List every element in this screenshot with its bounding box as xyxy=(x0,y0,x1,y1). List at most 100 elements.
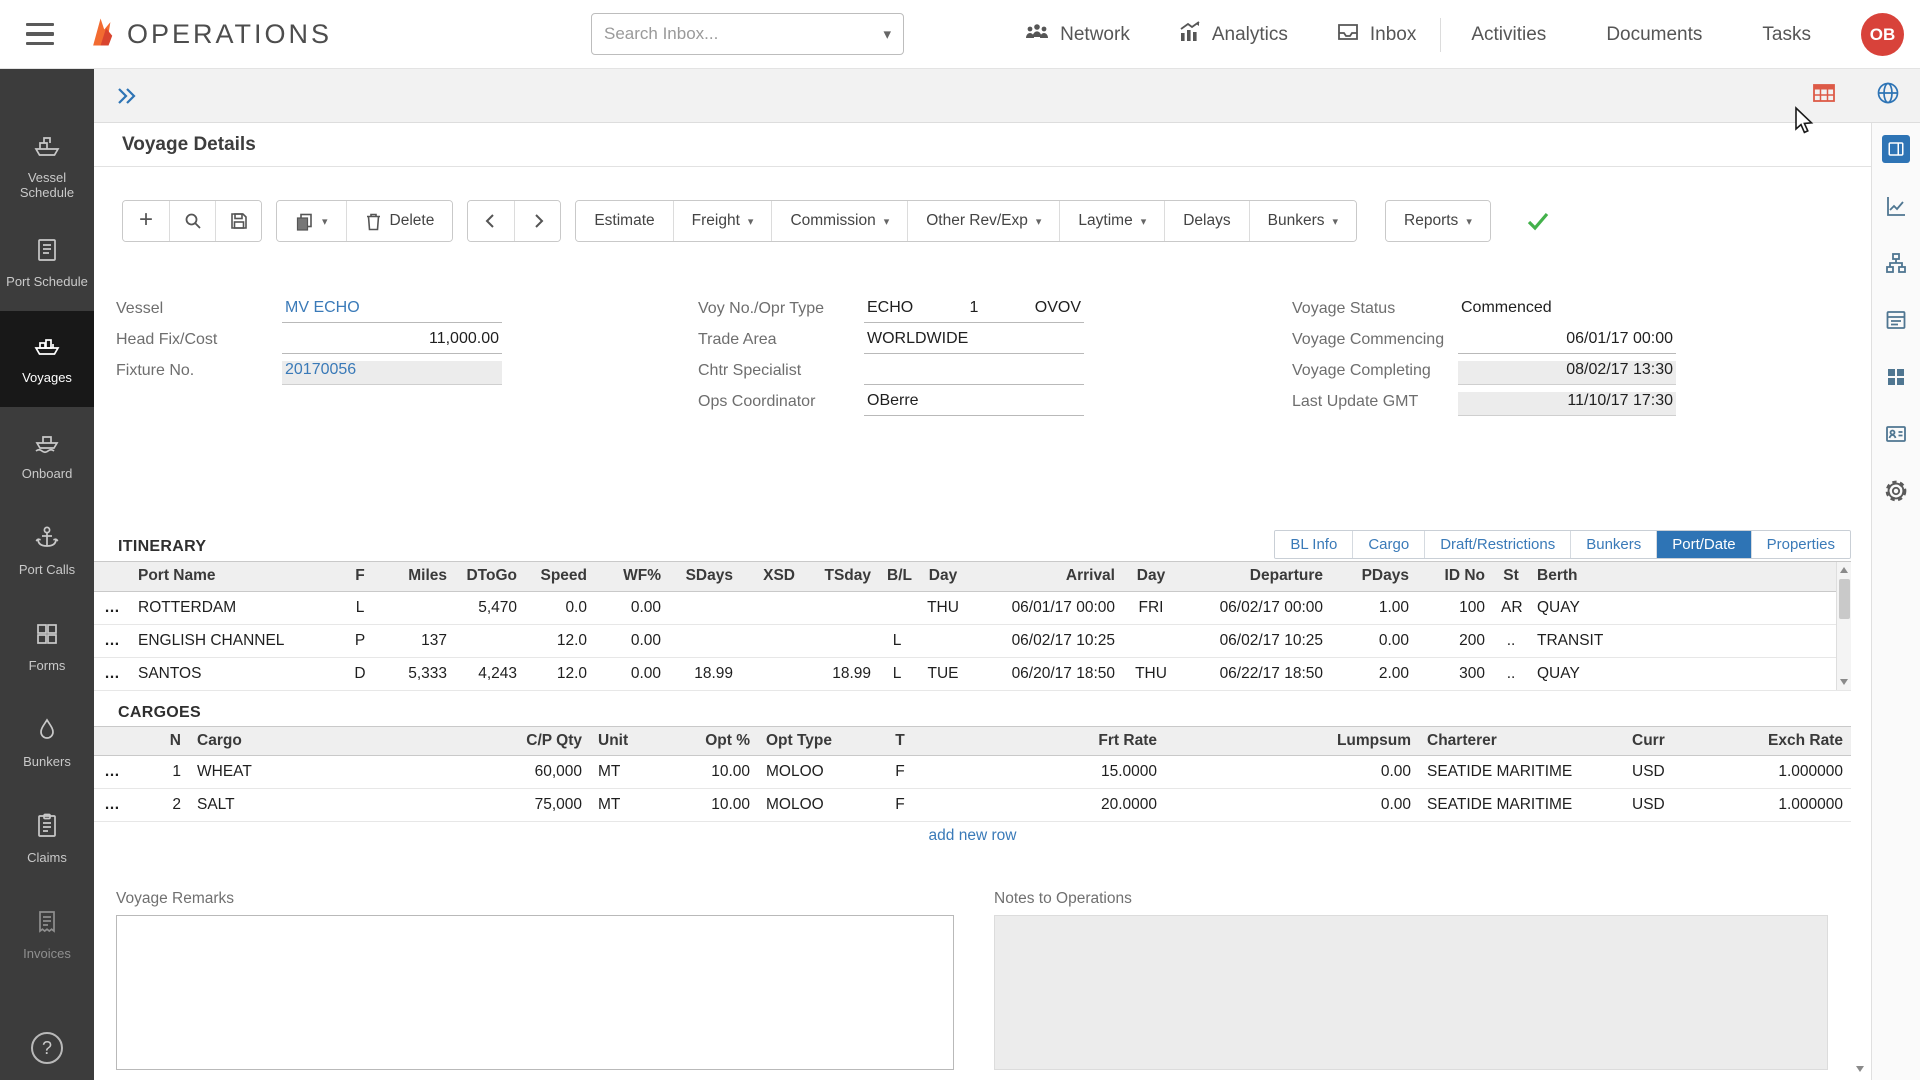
nav-tasks[interactable]: Tasks xyxy=(1732,0,1841,69)
tab-properties[interactable]: Properties xyxy=(1751,531,1850,558)
nav-activities[interactable]: Activities xyxy=(1441,0,1576,69)
other-rev-exp-button[interactable]: Other Rev/Exp▾ xyxy=(907,201,1059,241)
cell-curr[interactable]: USD xyxy=(1624,789,1714,822)
expand-panel-icon[interactable] xyxy=(114,85,138,107)
cell-idno[interactable]: 300 xyxy=(1417,657,1493,690)
cell-wf[interactable]: 0.00 xyxy=(595,624,669,657)
sidebar-item-forms[interactable]: Forms xyxy=(0,599,94,695)
tab-bl-info[interactable]: BL Info xyxy=(1275,531,1352,558)
cell-departure[interactable]: 06/22/17 18:50 xyxy=(1179,657,1331,690)
hamburger-menu-icon[interactable] xyxy=(26,17,60,51)
cell-f[interactable]: P xyxy=(340,624,380,657)
add-new-row-link[interactable]: add new row xyxy=(94,822,1851,850)
cell-qty[interactable]: 60,000 xyxy=(389,756,590,789)
sidebar-item-onboard[interactable]: Onboard xyxy=(0,407,94,503)
sidebar-item-port-schedule[interactable]: Port Schedule xyxy=(0,215,94,311)
scroll-down-icon[interactable] xyxy=(1837,674,1852,690)
tab-cargo[interactable]: Cargo xyxy=(1352,531,1424,558)
main-scroll-down-icon[interactable] xyxy=(1852,1061,1868,1077)
notes-to-operations-textarea[interactable] xyxy=(994,915,1828,1070)
help-icon[interactable]: ? xyxy=(31,1032,63,1064)
cell-st[interactable]: .. xyxy=(1493,624,1529,657)
cell-bl[interactable] xyxy=(879,591,915,624)
cell-cargo[interactable]: WHEAT xyxy=(189,756,389,789)
cell-unit[interactable]: MT xyxy=(590,789,660,822)
save-button[interactable] xyxy=(215,201,261,241)
freight-button[interactable]: Freight▾ xyxy=(673,201,772,241)
panel-layout-icon[interactable] xyxy=(1882,135,1910,163)
cell-t[interactable]: F xyxy=(865,789,935,822)
cell-miles[interactable]: 137 xyxy=(380,624,455,657)
cell-wf[interactable]: 0.00 xyxy=(595,657,669,690)
contact-card-icon[interactable] xyxy=(1882,420,1910,448)
row-menu-icon[interactable]: … xyxy=(94,624,130,657)
cell-miles[interactable] xyxy=(380,591,455,624)
cell-port[interactable]: ROTTERDAM xyxy=(130,591,340,624)
copy-button[interactable]: ▾ xyxy=(277,201,346,241)
cell-st[interactable]: .. xyxy=(1493,657,1529,690)
cell-speed[interactable]: 12.0 xyxy=(525,624,595,657)
cell-day-arr[interactable]: THU xyxy=(915,591,971,624)
cell-tsday[interactable]: 18.99 xyxy=(803,657,879,690)
cell-bl[interactable]: L xyxy=(879,657,915,690)
scroll-thumb[interactable] xyxy=(1839,579,1850,619)
cell-arrival[interactable]: 06/02/17 10:25 xyxy=(971,624,1123,657)
cell-opt-type[interactable]: MOLOO xyxy=(758,756,865,789)
cell-n[interactable]: 2 xyxy=(130,789,189,822)
user-avatar[interactable]: OB xyxy=(1861,13,1904,56)
cell-tsday[interactable] xyxy=(803,624,879,657)
cell-departure[interactable]: 06/02/17 10:25 xyxy=(1179,624,1331,657)
tab-port-date[interactable]: Port/Date xyxy=(1656,531,1750,558)
cell-qty[interactable]: 75,000 xyxy=(389,789,590,822)
cell-f[interactable]: L xyxy=(340,591,380,624)
cell-pdays[interactable]: 1.00 xyxy=(1331,591,1417,624)
previous-record-button[interactable] xyxy=(468,201,514,241)
fixture-no-field[interactable]: 20170056 xyxy=(282,361,502,385)
cell-f[interactable]: D xyxy=(340,657,380,690)
sidebar-item-bunkers[interactable]: Bunkers xyxy=(0,695,94,791)
cell-sdays[interactable] xyxy=(669,624,741,657)
cell-sdays[interactable]: 18.99 xyxy=(669,657,741,690)
row-menu-icon[interactable]: … xyxy=(94,789,130,822)
hierarchy-icon[interactable] xyxy=(1882,249,1910,277)
cell-cargo[interactable]: SALT xyxy=(189,789,389,822)
cell-day-dep[interactable]: FRI xyxy=(1123,591,1179,624)
cell-xsd[interactable] xyxy=(741,591,803,624)
cell-idno[interactable]: 100 xyxy=(1417,591,1493,624)
head-fix-cost-field[interactable]: 11,000.00 xyxy=(282,330,502,354)
cell-charterer[interactable]: SEATIDE MARITIME xyxy=(1419,756,1624,789)
cell-exch[interactable]: 1.000000 xyxy=(1714,756,1851,789)
cell-opt-type[interactable]: MOLOO xyxy=(758,789,865,822)
cell-speed[interactable]: 12.0 xyxy=(525,657,595,690)
settings-gear-icon[interactable] xyxy=(1882,477,1910,505)
cell-miles[interactable]: 5,333 xyxy=(380,657,455,690)
next-record-button[interactable] xyxy=(514,201,560,241)
cell-day-dep[interactable] xyxy=(1123,624,1179,657)
bunkers-button[interactable]: Bunkers▾ xyxy=(1249,201,1356,241)
vessel-field[interactable]: MV ECHO xyxy=(282,299,502,323)
tab-bunkers[interactable]: Bunkers xyxy=(1570,531,1656,558)
search-record-button[interactable] xyxy=(169,201,215,241)
voy-no-opr-type-field[interactable]: ECHO 1 OVOV xyxy=(864,299,1084,323)
cell-speed[interactable]: 0.0 xyxy=(525,591,595,624)
cell-lumpsum[interactable]: 0.00 xyxy=(1165,789,1419,822)
commission-button[interactable]: Commission▾ xyxy=(771,201,907,241)
row-menu-icon[interactable]: … xyxy=(94,591,130,624)
cell-arrival[interactable]: 06/01/17 00:00 xyxy=(971,591,1123,624)
ops-coordinator-field[interactable]: OBerre xyxy=(864,392,1084,416)
cell-opt-pct[interactable]: 10.00 xyxy=(660,756,758,789)
sidebar-item-voyages[interactable]: Voyages xyxy=(0,311,94,407)
nav-analytics[interactable]: Analytics xyxy=(1154,0,1312,69)
tab-draft-restrictions[interactable]: Draft/Restrictions xyxy=(1424,531,1570,558)
sidebar-item-port-calls[interactable]: Port Calls xyxy=(0,503,94,599)
search-dropdown-caret-icon[interactable]: ▾ xyxy=(883,25,891,43)
report-card-icon[interactable] xyxy=(1882,306,1910,334)
delays-button[interactable]: Delays xyxy=(1164,201,1248,241)
cell-tsday[interactable] xyxy=(803,591,879,624)
globe-icon[interactable] xyxy=(1875,80,1901,111)
cell-frt-rate[interactable]: 15.0000 xyxy=(935,756,1165,789)
grid-squares-icon[interactable] xyxy=(1882,363,1910,391)
cell-frt-rate[interactable]: 20.0000 xyxy=(935,789,1165,822)
row-menu-icon[interactable]: … xyxy=(94,657,130,690)
chart-icon[interactable] xyxy=(1882,192,1910,220)
